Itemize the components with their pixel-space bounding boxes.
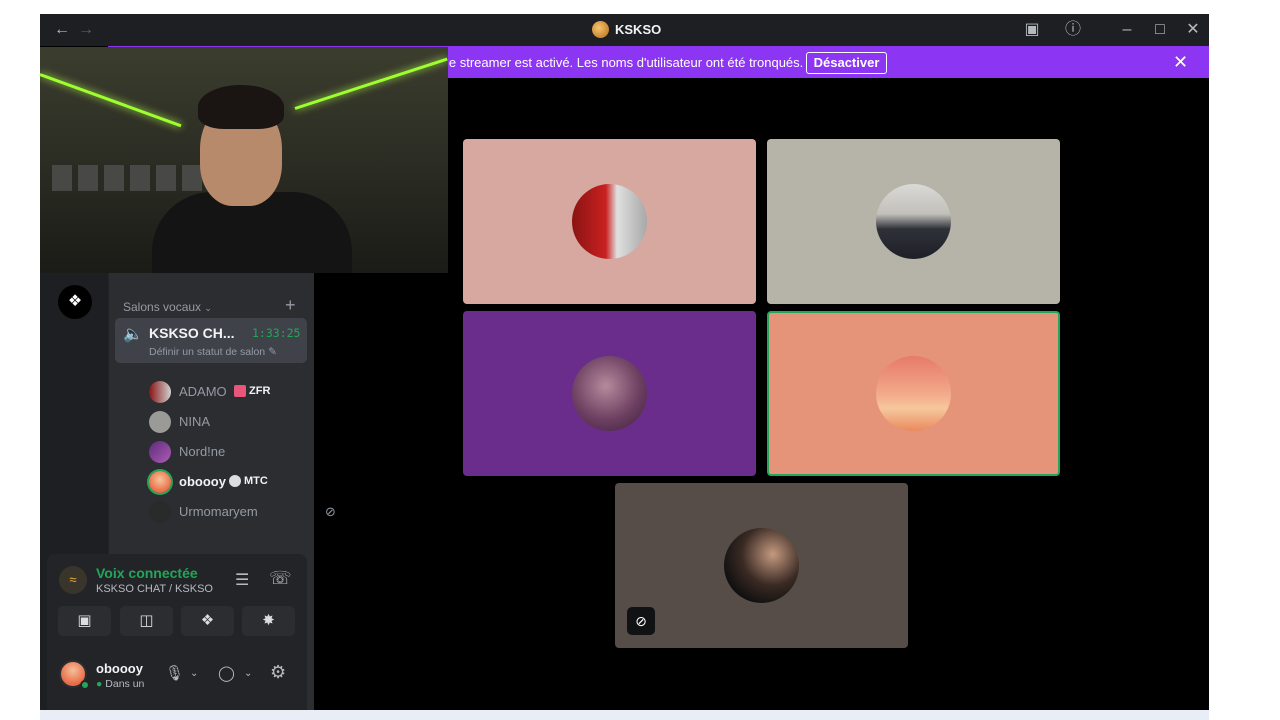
soundboard-icon: ✸ [262,612,275,629]
member-name: ADAMO [179,384,227,399]
channel-name: KSKSO CH... [149,325,235,341]
user-status: ● Dans un [96,678,148,690]
webcam-overlay [40,47,448,273]
screen-share-icon: ◫ [139,612,154,629]
video-tile[interactable] [463,311,756,476]
headphones-icon[interactable]: ◯ [218,664,235,682]
microphone-icon[interactable]: 🎙 [165,664,184,682]
muted-mic-icon: ⊘ [627,607,655,635]
avatar [149,471,171,493]
chevron-down-icon[interactable]: ⌄ [244,668,252,679]
voice-member-speaking[interactable]: oboooy MTC [149,470,309,494]
avatar [149,441,171,463]
wall-frames [52,165,202,191]
soundboard-button[interactable]: ✸ [242,606,295,636]
discord-window: ← → KSKSO ▣ ⓘ – □ ✕ le streamer est acti… [40,14,1209,710]
signal-icon: ≈ [59,566,87,594]
user-status-text: Dans un [105,678,145,690]
chevron-down-icon: ⌄ [204,303,212,313]
person-hair [198,85,284,129]
member-name: Nord!ne [179,444,226,459]
chevron-down-icon[interactable]: ⌄ [190,668,198,679]
dark-portrait-avatar [724,528,799,603]
member-name: NINA [179,414,211,429]
red-anime-avatar [572,184,647,259]
speaker-icon: ● [96,678,103,690]
noise-suppression-icon[interactable]: ☰ [235,570,249,590]
voice-channel-path[interactable]: KSKSO CHAT / KSKSO [96,583,213,595]
muted-mic-icon: ⊘ [325,504,336,519]
gear-icon[interactable]: ⚙ [270,662,286,683]
disconnect-icon[interactable]: ☏ [269,568,292,589]
member-tag: ZFR [249,385,271,397]
close-icon[interactable]: ✕ [1173,52,1188,73]
screen-share-button[interactable]: ◫ [120,606,173,636]
mirror-selfie-avatar [876,184,951,259]
gem-icon [234,385,246,397]
banner-text: le streamer est activé. Les noms d'utili… [446,55,804,70]
inbox-icon[interactable]: ▣ [1022,20,1042,40]
user-name[interactable]: oboooy [96,661,143,676]
voice-member[interactable]: ADAMO ZFR [149,380,309,404]
voice-channels-header[interactable]: Salons vocaux ⌄ [123,300,212,314]
os-taskbar [40,710,1209,720]
video-tile[interactable] [767,139,1060,304]
camera-off-icon: ▣ [77,612,92,629]
arrow-right-icon[interactable]: → [76,20,96,40]
activities-button[interactable]: ❖ [181,606,234,636]
status-placeholder: Définir un statut de salon [149,346,266,358]
maximize-icon[interactable]: □ [1150,20,1170,40]
set-channel-status[interactable]: Définir un statut de salon ✎ [149,346,277,358]
online-status-dot [80,680,90,690]
pencil-icon: ✎ [268,346,277,358]
call-timer: 1:33:25 [252,326,301,340]
arrow-left-icon[interactable]: ← [52,20,72,40]
close-window-icon[interactable]: ✕ [1183,20,1203,40]
server-logo-icon [592,21,609,38]
help-icon[interactable]: ⓘ [1063,20,1083,40]
voice-connected-panel: ≈ Voix connectée KSKSO CHAT / KSKSO ☰ ☏ … [47,554,307,710]
led-strip [40,73,182,128]
voice-status-title[interactable]: Voix connectée [96,565,198,581]
voice-member[interactable]: Urmomaryem ⊘ [149,500,345,524]
minimize-icon[interactable]: – [1117,20,1137,40]
voice-member[interactable]: Nord!ne [149,440,309,464]
member-name: oboooy [179,474,226,489]
leaf-icon [229,475,241,487]
window-title: KSKSO [615,22,662,37]
camera-off-button[interactable]: ▣ [58,606,111,636]
section-label: Salons vocaux [123,300,202,314]
member-tag: MTC [244,475,268,487]
video-tile-speaking[interactable] [767,311,1060,476]
avatar [149,501,171,523]
avatar [149,381,171,403]
member-name: Urmomaryem [179,504,258,519]
activities-icon: ❖ [200,612,215,629]
sunset-avatar [876,356,951,431]
led-strip [294,57,448,110]
compass-icon[interactable]: ❖ [58,285,92,319]
voice-channel-active[interactable]: 🔈 KSKSO CH... 1:33:25 Définir un statut … [115,318,307,363]
video-tile[interactable]: ⊘ [615,483,908,648]
purple-portrait-avatar [572,356,647,431]
disable-streamer-button[interactable]: Désactiver [806,52,887,74]
voice-member[interactable]: NINA [149,410,309,434]
avatar [149,411,171,433]
add-channel-icon[interactable]: + [285,295,296,316]
title-bar: ← → KSKSO ▣ ⓘ – □ ✕ [40,14,1209,46]
speaker-icon: 🔈 [123,326,143,343]
video-tile[interactable] [463,139,756,304]
